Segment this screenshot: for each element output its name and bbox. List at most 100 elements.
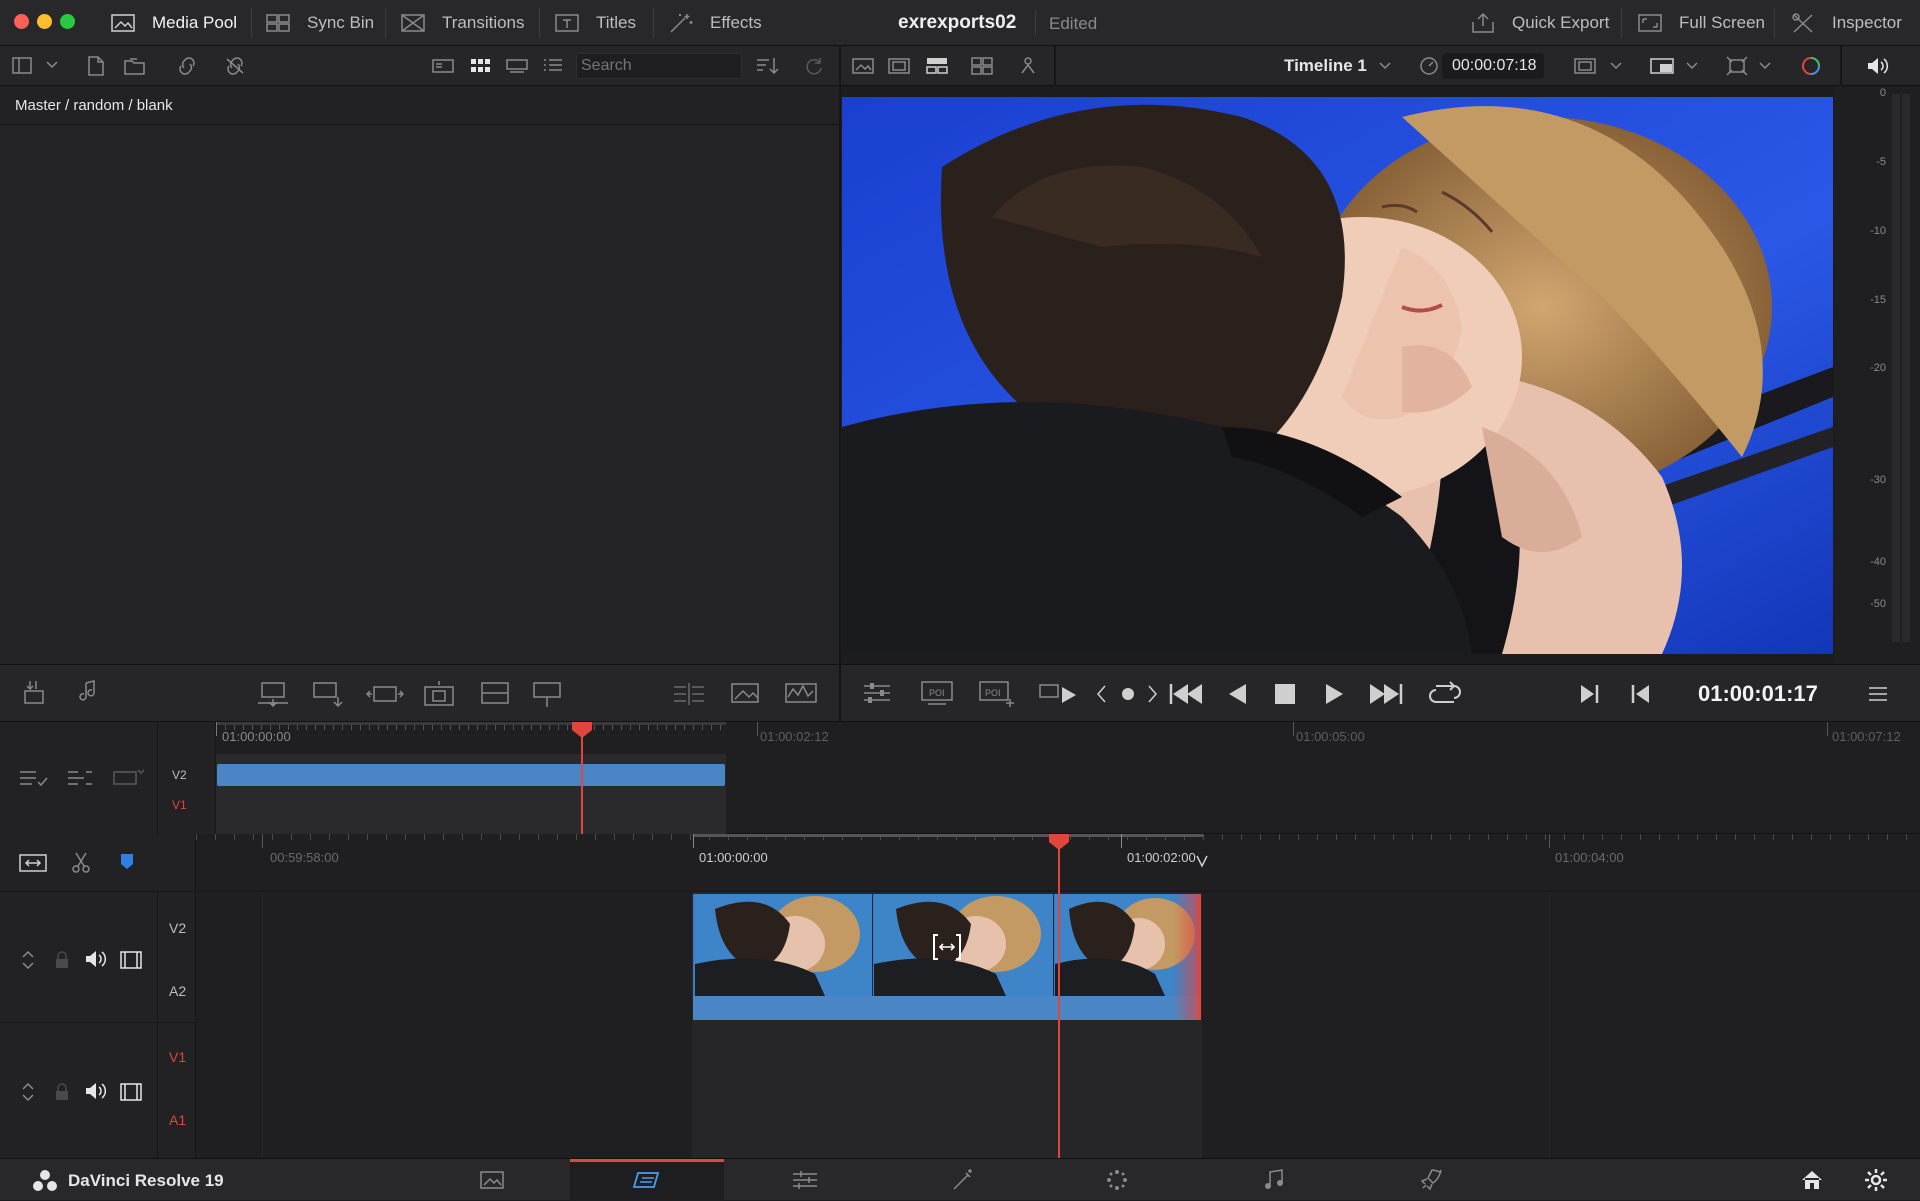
upper-playhead-marker-icon[interactable] [572, 722, 592, 738]
tab-sync-bin[interactable]: Sync Bin [265, 0, 374, 46]
cut-page-icon[interactable] [632, 1169, 664, 1191]
safe-area-icon[interactable] [888, 56, 910, 76]
previous-frame-icon[interactable] [1094, 683, 1108, 705]
metadata-view-icon[interactable] [432, 58, 454, 74]
lower-playhead-marker-icon[interactable] [1049, 834, 1069, 850]
deliver-page-icon[interactable] [1418, 1167, 1444, 1193]
reverse-play-icon[interactable] [1226, 682, 1250, 706]
trim-cursor-icon[interactable] [930, 932, 964, 962]
color-wheel-icon[interactable] [1800, 55, 1822, 77]
timeline-name[interactable]: Timeline 1 [1284, 56, 1367, 76]
minimize-window-button[interactable] [37, 14, 52, 29]
next-frame-icon[interactable] [1146, 683, 1160, 705]
tab-transitions[interactable]: Transitions [400, 0, 525, 46]
track-video-icon[interactable] [120, 950, 142, 970]
relink-icon[interactable] [176, 56, 198, 76]
refresh-icon[interactable] [804, 56, 824, 76]
poi-icon[interactable]: POI [920, 679, 956, 707]
tab-titles[interactable]: Titles [554, 0, 636, 46]
fusion-page-icon[interactable] [950, 1167, 976, 1193]
duration-timecode[interactable]: 00:00:07:18 [1442, 53, 1544, 79]
thumbnail-view-icon[interactable] [470, 58, 490, 74]
search-input[interactable] [577, 54, 741, 78]
close-window-button[interactable] [14, 14, 29, 29]
blade-icon[interactable] [70, 851, 92, 875]
multicam-icon[interactable] [971, 56, 993, 76]
go-to-start-icon[interactable] [1168, 682, 1204, 706]
track-audio-icon[interactable] [84, 949, 108, 971]
import-folder-icon[interactable] [124, 56, 146, 76]
dual-viewer-icon[interactable] [926, 56, 948, 76]
list-view-icon[interactable] [543, 58, 563, 74]
viewer-frame[interactable] [842, 97, 1833, 654]
home-icon[interactable] [1800, 1169, 1824, 1191]
source-viewer-icon[interactable] [852, 56, 874, 76]
go-to-end-icon[interactable] [1368, 682, 1404, 706]
search-field[interactable] [576, 53, 742, 79]
lock-track-icon[interactable] [54, 950, 70, 970]
sort-icon[interactable] [756, 56, 780, 76]
ripple-overwrite-icon[interactable] [366, 681, 404, 707]
edit-page-icon[interactable] [791, 1169, 819, 1191]
snap-icon[interactable] [18, 852, 48, 874]
zoom-window-button[interactable] [60, 14, 75, 29]
upper-timeline-clip[interactable] [217, 764, 725, 786]
fairlight-page-icon[interactable] [1263, 1168, 1285, 1192]
loop-icon[interactable] [1428, 680, 1462, 708]
close-up-icon[interactable] [422, 679, 458, 709]
unlink-icon[interactable] [224, 56, 246, 76]
settings-gear-icon[interactable] [1864, 1168, 1888, 1192]
sync-clip-icon[interactable] [22, 679, 48, 709]
waveform-icon[interactable] [784, 681, 818, 707]
audio-follow-icon[interactable] [1018, 56, 1038, 76]
track-video-icon[interactable] [120, 1082, 142, 1102]
append-icon[interactable] [312, 681, 346, 707]
track-resize-icon[interactable] [20, 950, 36, 970]
overlay-dropdown-icon[interactable] [1759, 61, 1771, 71]
transform-overlay-icon[interactable] [1726, 56, 1748, 76]
current-timecode[interactable]: 01:00:01:17 [1698, 681, 1818, 707]
zoom-dropdown-icon[interactable] [1610, 61, 1622, 71]
upper-playhead[interactable] [581, 722, 583, 834]
play-around-icon[interactable] [1038, 679, 1080, 709]
cut-page-tab[interactable] [570, 1159, 724, 1201]
mark-out-icon[interactable] [1630, 683, 1652, 705]
lower-playhead[interactable] [1058, 834, 1060, 1158]
track-height-icon[interactable] [66, 766, 96, 790]
resolution-dropdown-icon[interactable] [1686, 61, 1698, 71]
clip-view-icon[interactable] [112, 766, 144, 790]
chevron-down-icon[interactable] [46, 60, 58, 70]
color-page-icon[interactable] [1105, 1168, 1129, 1192]
image-wipe-icon[interactable] [730, 681, 760, 707]
track-audio-icon[interactable] [84, 1081, 108, 1103]
timeline-dropdown-icon[interactable] [1379, 61, 1391, 71]
inspector-button[interactable]: Inspector [1790, 0, 1902, 46]
quick-export-button[interactable]: Quick Export [1470, 0, 1609, 46]
timeline-video-clip[interactable] [693, 894, 1201, 1020]
filmstrip-view-icon[interactable] [506, 58, 528, 74]
add-poi-icon[interactable]: POI [978, 679, 1016, 709]
track-resize-icon[interactable] [20, 1082, 36, 1102]
full-screen-button[interactable]: Full Screen [1637, 0, 1765, 46]
play-icon[interactable] [1322, 682, 1346, 706]
new-bin-icon[interactable] [86, 56, 108, 76]
mark-in-icon[interactable] [1578, 683, 1600, 705]
media-pool-panel[interactable] [0, 86, 839, 664]
flag-marker-icon[interactable] [119, 852, 135, 872]
record-dot-icon[interactable] [1120, 686, 1136, 702]
playback-resolution-icon[interactable] [1650, 56, 1676, 76]
adjust-icon[interactable] [862, 681, 892, 705]
media-page-icon[interactable] [479, 1169, 505, 1191]
timeline-view-options-icon[interactable] [18, 766, 48, 790]
options-menu-icon[interactable] [1868, 685, 1888, 703]
volume-icon[interactable] [1866, 56, 1890, 76]
zoom-fit-icon[interactable] [1574, 56, 1596, 76]
tab-effects[interactable]: Effects [668, 0, 762, 46]
tab-media-pool[interactable]: Media Pool [110, 0, 237, 46]
source-overwrite-icon[interactable] [532, 679, 566, 709]
lock-track-icon[interactable] [54, 1082, 70, 1102]
stop-icon[interactable] [1274, 683, 1296, 705]
smart-insert-icon[interactable] [256, 681, 290, 707]
split-view-icon[interactable] [672, 681, 706, 707]
place-on-top-icon[interactable] [480, 681, 510, 707]
